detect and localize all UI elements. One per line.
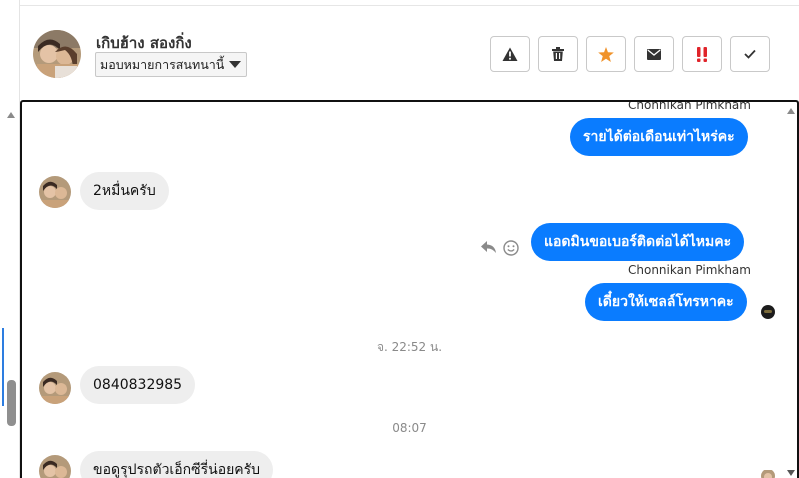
reply-icon[interactable] <box>481 241 496 254</box>
contact-avatar-small <box>39 455 71 478</box>
timestamp: จ. 22:52 น. <box>376 340 443 354</box>
incoming-message[interactable]: 0840832985 <box>80 366 196 404</box>
checkmark-icon <box>744 49 756 59</box>
timestamp: 08:07 <box>392 421 427 435</box>
outgoing-message[interactable]: แอดมินขอเบอร์ติดต่อได้ไหมคะ <box>531 223 745 261</box>
message-sender: Chonnikan Pimkham <box>628 100 751 112</box>
conversation-header: เกิบฮ้าง สองกิ่ง มอบหมายการสนทนานี้ <box>20 6 799 100</box>
warning-icon <box>502 47 518 61</box>
incoming-message[interactable]: 2หมื่นครับ <box>80 172 169 210</box>
mark-done-button[interactable] <box>730 36 770 72</box>
trash-icon <box>552 47 564 61</box>
assign-select-value: มอบหมายการสนทนานี้ <box>100 57 225 72</box>
assign-conversation-select[interactable]: มอบหมายการสนทนานี้ <box>95 52 248 77</box>
scroll-up-arrow-icon[interactable] <box>7 112 15 118</box>
seen-avatar-icon <box>761 305 775 319</box>
inbox-app: เกิบฮ้าง สองกิ่ง มอบหมายการสนทนานี้ Chon… <box>0 0 799 478</box>
seen-avatar-icon <box>761 469 775 478</box>
contact-avatar-small <box>39 176 71 208</box>
delete-button[interactable] <box>538 36 578 72</box>
priority-button[interactable] <box>682 36 722 72</box>
scrollbar-thumb[interactable] <box>7 380 16 426</box>
contact-avatar-small <box>39 372 71 404</box>
message-thread[interactable]: Chonnikan Pimkham รายได้ต่อเดือนเท่าไหร่… <box>20 100 799 478</box>
active-indicator <box>2 328 4 406</box>
message-sender: Chonnikan Pimkham <box>628 263 751 277</box>
outgoing-message[interactable]: รายได้ต่อเดือนเท่าไหร่คะ <box>570 118 748 156</box>
double-exclamation-icon <box>697 46 707 62</box>
envelope-icon <box>647 48 661 60</box>
chat-scroll-down-icon[interactable] <box>787 470 795 476</box>
chevron-down-icon <box>229 61 242 68</box>
incoming-message[interactable]: ขอดูรุปรถตัวเอ็กซีรี่น่อยครับ <box>80 451 274 478</box>
outgoing-message[interactable]: เดี๋ยวให้เซลล์โทรหาคะ <box>585 283 747 321</box>
emoji-reaction-icon[interactable] <box>503 240 519 256</box>
star-icon <box>598 46 614 62</box>
mark-spam-button[interactable] <box>490 36 530 72</box>
contact-avatar[interactable] <box>33 30 81 78</box>
mark-unread-button[interactable] <box>634 36 674 72</box>
chat-scroll-up-icon[interactable] <box>787 108 795 114</box>
left-scrollbar[interactable] <box>0 0 20 478</box>
star-button[interactable] <box>586 36 626 72</box>
